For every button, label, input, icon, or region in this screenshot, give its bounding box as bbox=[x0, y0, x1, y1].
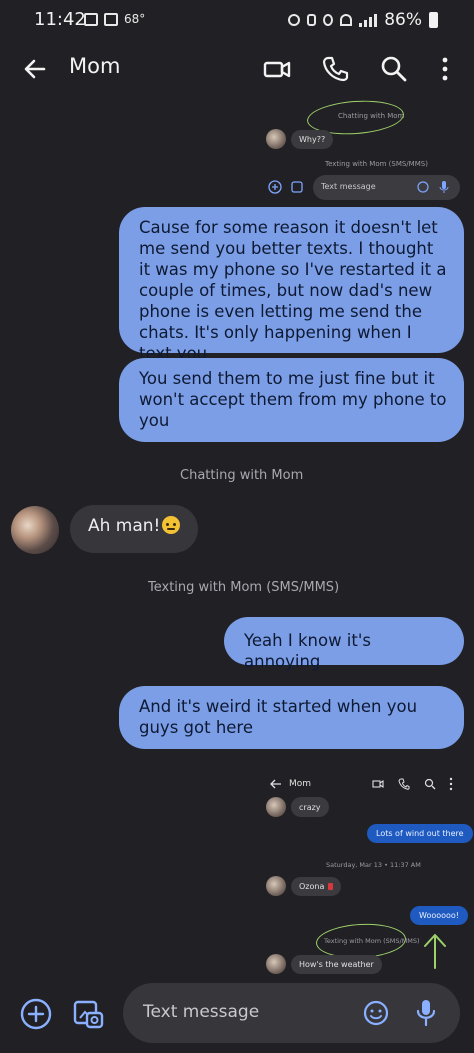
pin-icon bbox=[328, 883, 334, 890]
status-bar: 11:42 68° 86% bbox=[0, 0, 474, 40]
contact-avatar[interactable] bbox=[11, 506, 59, 554]
embedded-app-bar: Mom bbox=[264, 772, 464, 796]
conversation-app-bar: Mom bbox=[0, 40, 474, 98]
embedded-message-why: Why?? bbox=[291, 130, 334, 149]
alarm-icon bbox=[288, 14, 301, 26]
embedded-date-label: Saturday, Mar 13 • 11:37 AM bbox=[326, 861, 421, 869]
embedded-avatar bbox=[266, 129, 286, 149]
embedded-message-woo: Woooooo! bbox=[410, 906, 469, 925]
embedded-avatar bbox=[266, 954, 286, 974]
incoming-message-text: Ah man! bbox=[88, 516, 161, 536]
search-icon[interactable] bbox=[379, 54, 409, 84]
outgoing-message[interactable]: Yeah I know it's annoying bbox=[224, 617, 464, 671]
embedded-add-icon bbox=[268, 180, 282, 194]
embedded-ozona-text: Ozona bbox=[299, 882, 325, 891]
embedded-compose-placeholder: Text message bbox=[321, 182, 376, 191]
chat-mode-label: Chatting with Mom bbox=[180, 468, 304, 483]
embedded-message-weather: How's the weather bbox=[291, 955, 382, 974]
contact-name[interactable]: Mom bbox=[69, 54, 120, 78]
emoji-icon[interactable] bbox=[363, 1000, 389, 1026]
more-options-icon[interactable] bbox=[430, 54, 460, 84]
gallery-icon[interactable] bbox=[71, 997, 105, 1031]
outgoing-message[interactable]: And it's weird it started when you guys … bbox=[119, 686, 464, 749]
sms-mode-label: Texting with Mom (SMS/MMS) bbox=[148, 580, 340, 595]
battery-icon bbox=[429, 12, 438, 28]
microphone-icon[interactable] bbox=[415, 998, 437, 1028]
back-arrow-icon[interactable] bbox=[20, 54, 50, 84]
embedded-back-icon bbox=[270, 779, 281, 789]
embedded-contact-name: Mom bbox=[289, 779, 312, 789]
add-attachment-icon[interactable] bbox=[20, 998, 52, 1030]
embedded-phone-icon bbox=[398, 778, 410, 790]
incoming-message[interactable]: Ah man! bbox=[70, 505, 199, 553]
embedded-message-partial: crazy bbox=[291, 797, 329, 817]
message-input-placeholder: Text message bbox=[143, 1002, 260, 1022]
signal-icon bbox=[359, 13, 378, 27]
status-left-icons: 68° bbox=[84, 12, 145, 26]
embedded-mic-icon bbox=[439, 181, 449, 193]
annotation-arrow-icon bbox=[424, 934, 446, 969]
outgoing-message[interactable]: Cause for some reason it doesn't let me … bbox=[119, 207, 464, 363]
embedded-compose-field: Text message bbox=[313, 175, 460, 200]
message-input[interactable]: Text message bbox=[123, 983, 460, 1043]
status-temperature: 68° bbox=[124, 12, 146, 26]
embedded-gallery-icon bbox=[291, 181, 303, 193]
embedded-video-icon bbox=[372, 779, 384, 789]
status-right-icons: 86% bbox=[288, 10, 438, 30]
embedded-message-ozona: Ozona bbox=[291, 877, 342, 896]
embedded-avatar bbox=[266, 876, 286, 896]
embedded-texting-label: Texting with Mom (SMS/MMS) bbox=[325, 160, 428, 168]
wifi-icon bbox=[340, 14, 353, 26]
status-time: 11:42 bbox=[34, 9, 86, 30]
compose-bar: Text message bbox=[0, 978, 474, 1053]
phone-call-icon[interactable] bbox=[320, 54, 350, 84]
card-notification-icon bbox=[104, 12, 118, 26]
image-notification-icon bbox=[84, 12, 98, 26]
outgoing-message[interactable]: You send them to me just fine but it won… bbox=[119, 358, 464, 442]
embedded-message-wind: Lots of wind out there bbox=[367, 824, 473, 843]
embedded-texting-label: Texting with Mom (SMS/MMS) bbox=[324, 937, 420, 945]
embedded-avatar bbox=[266, 797, 286, 817]
embedded-more-icon bbox=[449, 777, 453, 791]
angry-face-emoji-icon bbox=[162, 516, 181, 534]
embedded-search-icon bbox=[424, 778, 436, 790]
mute-icon bbox=[323, 14, 334, 26]
battery-percent: 86% bbox=[384, 10, 422, 30]
bluetooth-icon bbox=[307, 14, 317, 26]
video-call-icon[interactable] bbox=[262, 54, 292, 84]
embedded-emoji-icon bbox=[417, 181, 429, 193]
